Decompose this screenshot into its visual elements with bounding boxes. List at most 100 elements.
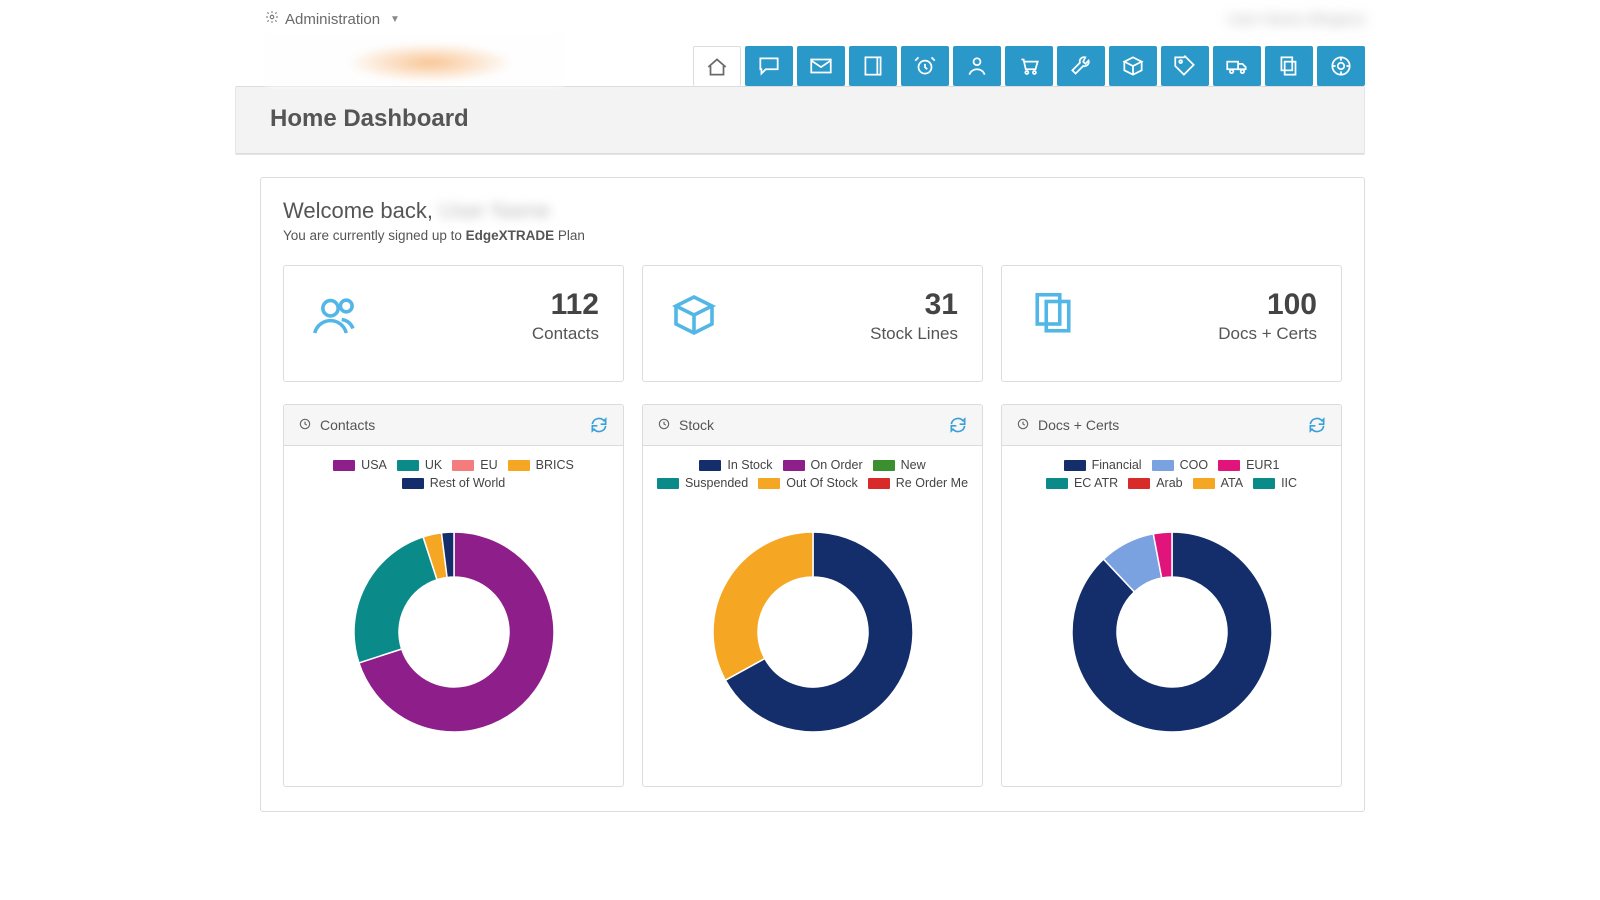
legend-label: UK (425, 458, 442, 472)
stat-label: Docs + Certs (1218, 324, 1317, 344)
legend-label: EC ATR (1074, 476, 1118, 490)
legend-item[interactable]: Arab (1128, 476, 1182, 490)
legend-swatch (402, 478, 424, 489)
legend-swatch (1152, 460, 1174, 471)
nav-home-icon[interactable] (693, 46, 741, 86)
legend-item[interactable]: Financial (1064, 458, 1142, 472)
legend-item[interactable]: EUR1 (1218, 458, 1279, 472)
legend-swatch (873, 460, 895, 471)
chart-title: Docs + Certs (1038, 417, 1119, 433)
contacts-icon (308, 288, 362, 345)
box-icon (667, 288, 721, 345)
brand-logo (265, 34, 565, 86)
donut-chart (284, 494, 623, 786)
nav-comment-icon[interactable] (745, 46, 793, 86)
user-menu[interactable]: User Name (Region) (1227, 11, 1520, 28)
legend-item[interactable]: On Order (783, 458, 863, 472)
stat-value: 31 (870, 288, 958, 322)
chart-legend: USA UK EU BRICS Rest of World (284, 446, 623, 494)
legend-swatch (758, 478, 780, 489)
clock-icon (657, 417, 671, 434)
refresh-icon[interactable] (589, 415, 609, 435)
admin-menu[interactable]: Administration ▼ (80, 6, 400, 32)
legend-label: COO (1180, 458, 1208, 472)
chevron-down-icon: ▼ (386, 14, 400, 25)
legend-item[interactable]: IIC (1253, 476, 1297, 490)
nav-copy-icon[interactable] (1265, 46, 1313, 86)
legend-label: EUR1 (1246, 458, 1279, 472)
welcome-heading: Welcome back, User Name (283, 198, 1342, 224)
legend-label: BRICS (536, 458, 574, 472)
legend-item[interactable]: COO (1152, 458, 1208, 472)
chart-cards: Contacts USA UK EU BRICS Rest of World Stock In… (283, 404, 1342, 787)
legend-item[interactable]: New (873, 458, 926, 472)
legend-item[interactable]: In Stock (699, 458, 772, 472)
legend-label: Arab (1156, 476, 1182, 490)
refresh-icon[interactable] (1307, 415, 1327, 435)
donut-slice[interactable] (354, 537, 437, 663)
legend-label: On Order (811, 458, 863, 472)
page-title: Home Dashboard (236, 86, 1364, 154)
legend-swatch (657, 478, 679, 489)
primary-nav (693, 36, 1365, 86)
nav-person-icon[interactable] (953, 46, 1001, 86)
welcome-sub: You are currently signed up to EdgeXTRAD… (283, 228, 1342, 243)
legend-swatch (699, 460, 721, 471)
nav-tag-icon[interactable] (1161, 46, 1209, 86)
legend-label: Financial (1092, 458, 1142, 472)
stat-card[interactable]: 112Contacts (283, 265, 624, 382)
legend-item[interactable]: UK (397, 458, 442, 472)
chart-legend: In Stock On Order New Suspended Out Of Stock… (643, 446, 982, 494)
nav-box-icon[interactable] (1109, 46, 1157, 86)
donut-chart (1002, 494, 1341, 786)
legend-label: Out Of Stock (786, 476, 858, 490)
nav-truck-icon[interactable] (1213, 46, 1261, 86)
nav-book-icon[interactable] (849, 46, 897, 86)
title-band: Home Dashboard (235, 86, 1365, 155)
legend-swatch (1218, 460, 1240, 471)
donut-chart (643, 494, 982, 786)
legend-label: Suspended (685, 476, 748, 490)
legend-swatch (1193, 478, 1215, 489)
chart-card-contacts: Contacts USA UK EU BRICS Rest of World (283, 404, 624, 787)
legend-swatch (1046, 478, 1068, 489)
legend-item[interactable]: USA (333, 458, 387, 472)
legend-item[interactable]: Suspended (657, 476, 748, 490)
stat-card[interactable]: 100Docs + Certs (1001, 265, 1342, 382)
stat-value: 100 (1218, 288, 1317, 322)
chart-title: Contacts (320, 417, 375, 433)
stat-label: Stock Lines (870, 324, 958, 344)
clock-icon (298, 417, 312, 434)
legend-item[interactable]: Re Order Me (868, 476, 968, 490)
legend-label: IIC (1281, 476, 1297, 490)
legend-item[interactable]: EU (452, 458, 497, 472)
legend-swatch (783, 460, 805, 471)
legend-swatch (868, 478, 890, 489)
chart-card-stock: Stock In Stock On Order New Suspended Out Of … (642, 404, 983, 787)
legend-item[interactable]: BRICS (508, 458, 574, 472)
legend-item[interactable]: Out Of Stock (758, 476, 858, 490)
nav-cart-icon[interactable] (1005, 46, 1053, 86)
nav-support-icon[interactable] (1317, 46, 1365, 86)
gear-icon (265, 10, 279, 28)
legend-label: New (901, 458, 926, 472)
legend-item[interactable]: ATA (1193, 476, 1243, 490)
refresh-icon[interactable] (948, 415, 968, 435)
legend-swatch (397, 460, 419, 471)
legend-label: Re Order Me (896, 476, 968, 490)
chart-title: Stock (679, 417, 714, 433)
stat-card[interactable]: 31Stock Lines (642, 265, 983, 382)
clock-icon (1016, 417, 1030, 434)
donut-slice[interactable] (713, 532, 813, 680)
main-panel: Welcome back, User Name You are currentl… (260, 177, 1365, 812)
legend-item[interactable]: EC ATR (1046, 476, 1118, 490)
nav-wrench-icon[interactable] (1057, 46, 1105, 86)
legend-label: Rest of World (430, 476, 506, 490)
legend-label: ATA (1221, 476, 1243, 490)
legend-swatch (508, 460, 530, 471)
nav-mail-icon[interactable] (797, 46, 845, 86)
docs-icon (1026, 288, 1080, 345)
nav-alarm-icon[interactable] (901, 46, 949, 86)
legend-item[interactable]: Rest of World (402, 476, 506, 490)
legend-label: In Stock (727, 458, 772, 472)
